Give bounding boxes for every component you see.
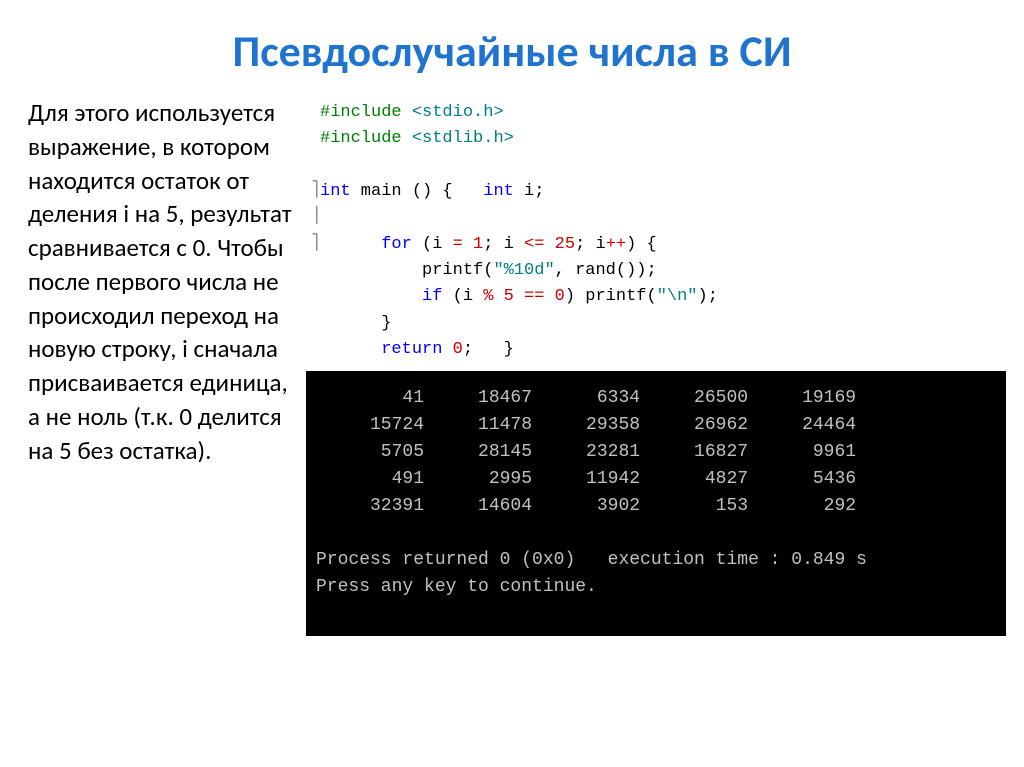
console-row: 15724 11478 29358 26962 24464 [316,412,996,439]
console-status-line: Press any key to continue. [316,574,996,601]
console-output: 41 18467 6334 26500 19169 15724 11478 29… [306,371,1006,636]
page-title: Псевдослучайные числа в СИ [0,0,1024,96]
console-row: 5705 28145 23281 16827 9961 [316,439,996,466]
console-row: 491 2995 11942 4827 5436 [316,466,996,493]
right-panel: #include <stdio.h> #include <stdlib.h> ⎤… [306,96,1006,636]
console-row: 41 18467 6334 26500 19169 [316,385,996,412]
description-text: Для этого используется выражение, в кото… [28,96,306,636]
code-block: #include <stdio.h> #include <stdlib.h> ⎤… [306,96,1006,371]
content-area: Для этого используется выражение, в кото… [0,96,1024,636]
console-row: 32391 14604 3902 153 292 [316,493,996,520]
console-status-line: Process returned 0 (0x0) execution time … [316,547,996,574]
